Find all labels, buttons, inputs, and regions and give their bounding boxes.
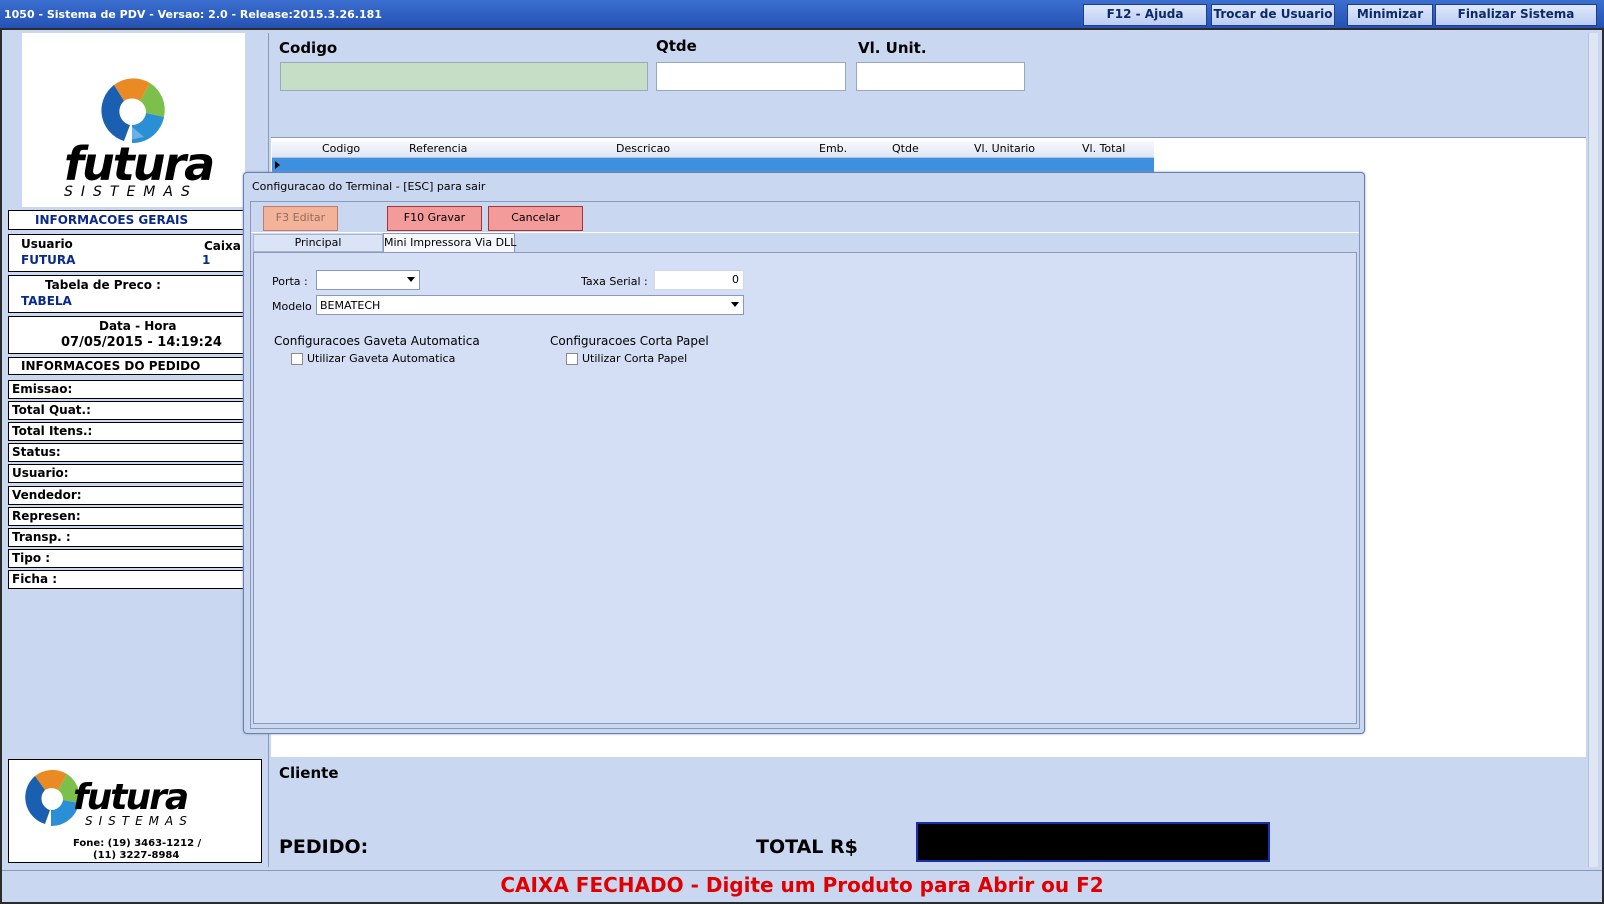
modelo-label: Modelo : xyxy=(272,300,319,313)
qtde-label: Qtde xyxy=(656,37,697,55)
corta-checkbox[interactable] xyxy=(566,353,578,365)
phone-line-2: (11) 3227-8984 xyxy=(93,850,180,861)
switch-user-button[interactable]: Trocar de Usuario xyxy=(1211,4,1335,26)
footer-brand-sub: SISTEMAS xyxy=(85,814,193,828)
col-vl-total[interactable]: Vl. Total xyxy=(1082,142,1125,155)
taxa-serial-input[interactable]: 0 xyxy=(654,270,744,290)
order-field-usuario: Usuario: xyxy=(8,464,245,483)
general-info-header-box: INFORMACOES GERAIS xyxy=(8,210,245,230)
order-info-header: INFORMACOES DO PEDIDO xyxy=(21,359,201,373)
brand-name: futura xyxy=(64,137,215,191)
order-field-total-quat: Total Quat.: xyxy=(8,401,245,420)
order-field-transp: Transp. : xyxy=(8,528,245,547)
order-field-represen: Represen: xyxy=(8,507,245,526)
corta-header: Configuracoes Corta Papel xyxy=(550,334,709,348)
dialog-body: F3 Editar F10 Gravar Cancelar Principal … xyxy=(250,201,1360,729)
porta-select[interactable] xyxy=(316,270,420,290)
status-message: CAIXA FECHADO - Digite um Produto para A… xyxy=(500,873,1104,897)
caixa-label: Caixa xyxy=(204,239,241,253)
grid-header: Codigo Referencia Descricao Emb. Qtde Vl… xyxy=(272,141,1154,158)
gaveta-checkbox-label: Utilizar Gaveta Automatica xyxy=(307,352,456,365)
tab-panel: Porta : Taxa Serial : 0 Modelo : BEMATEC… xyxy=(253,252,1357,724)
vl-unit-input[interactable] xyxy=(856,62,1025,91)
user-value: FUTURA xyxy=(21,253,76,267)
porta-label: Porta : xyxy=(272,275,308,288)
col-descricao[interactable]: Descricao xyxy=(616,142,670,155)
order-field-status: Status: xyxy=(8,443,245,462)
row-indicator-icon xyxy=(275,161,280,169)
tab-principal[interactable]: Principal xyxy=(253,234,383,252)
datetime-box: Data - Hora 07/05/2015 - 14:19:24 xyxy=(8,316,245,354)
caixa-value: 1 xyxy=(202,253,211,267)
cancel-button[interactable]: Cancelar xyxy=(488,206,583,231)
user-label: Usuario xyxy=(21,237,73,251)
col-vl-unitario[interactable]: Vl. Unitario xyxy=(974,142,1035,155)
col-emb[interactable]: Emb. xyxy=(819,142,847,155)
taxa-serial-label: Taxa Serial : xyxy=(581,275,648,288)
order-field-total-itens: Total Itens.: xyxy=(8,422,245,441)
vl-unit-label: Vl. Unit. xyxy=(858,39,927,57)
col-codigo[interactable]: Codigo xyxy=(322,142,360,155)
minimize-button[interactable]: Minimizar xyxy=(1347,4,1433,26)
pedido-label: PEDIDO: xyxy=(279,836,369,858)
qtde-input[interactable] xyxy=(656,62,846,91)
dialog-title: Configuracao do Terminal - [ESC] para sa… xyxy=(252,180,486,193)
chevron-down-icon xyxy=(731,302,739,307)
help-button[interactable]: F12 - Ajuda xyxy=(1083,4,1207,26)
price-table-label: Tabela de Preco : xyxy=(45,278,161,292)
brand-sub: SISTEMAS xyxy=(64,184,198,200)
modelo-value: BEMATECH xyxy=(320,299,381,312)
order-field-tipo: Tipo : xyxy=(8,549,245,568)
order-field-ficha: Ficha : xyxy=(8,570,245,589)
datetime-value: 07/05/2015 - 14:19:24 xyxy=(61,335,222,350)
codigo-label: Codigo xyxy=(279,39,338,57)
modelo-select[interactable]: BEMATECH xyxy=(316,295,744,315)
save-button[interactable]: F10 Gravar xyxy=(387,206,482,231)
col-referencia[interactable]: Referencia xyxy=(409,142,467,155)
gaveta-checkbox[interactable] xyxy=(291,353,303,365)
edit-button[interactable]: F3 Editar xyxy=(263,206,338,231)
footer-brand-box: futura SISTEMAS Fone: (19) 3463-1212 / (… xyxy=(8,759,262,863)
window-title: 1050 - Sistema de PDV - Versao: 2.0 - Re… xyxy=(4,8,382,21)
corta-checkbox-label: Utilizar Corta Papel xyxy=(582,352,688,365)
vertical-scrollbar[interactable] xyxy=(1588,33,1598,867)
footer-brand-name: futura xyxy=(73,777,189,818)
price-table-value: TABELA xyxy=(21,294,72,308)
order-field-vendedor: Vendedor: xyxy=(8,486,245,505)
order-info-header-box: INFORMACOES DO PEDIDO xyxy=(8,357,245,375)
total-label: TOTAL R$ xyxy=(756,836,858,858)
brand-logo: futura SISTEMAS xyxy=(22,33,245,207)
exit-system-button[interactable]: Finalizar Sistema xyxy=(1435,4,1597,26)
codigo-input[interactable] xyxy=(280,62,648,91)
user-info-box: Usuario FUTURA Caixa 1 xyxy=(8,234,245,272)
total-display xyxy=(916,822,1270,862)
datetime-label: Data - Hora xyxy=(99,319,177,333)
cliente-label: Cliente xyxy=(279,764,339,782)
chevron-down-icon xyxy=(407,277,415,282)
order-field-emissao: Emissao: xyxy=(8,380,245,399)
phone-line-1: Fone: (19) 3463-1212 / xyxy=(73,838,202,849)
general-info-header: INFORMACOES GERAIS xyxy=(35,213,189,227)
grid-selected-row[interactable] xyxy=(272,158,1154,172)
gaveta-header: Configuracoes Gaveta Automatica xyxy=(274,334,480,348)
tab-mini-impressora[interactable]: Mini Impressora Via DLL xyxy=(383,233,516,253)
title-bar: 1050 - Sistema de PDV - Versao: 2.0 - Re… xyxy=(0,0,1604,28)
terminal-config-dialog: Configuracao do Terminal - [ESC] para sa… xyxy=(243,172,1365,734)
col-qtde[interactable]: Qtde xyxy=(892,142,919,155)
price-table-box: Tabela de Preco : TABELA xyxy=(8,275,245,313)
